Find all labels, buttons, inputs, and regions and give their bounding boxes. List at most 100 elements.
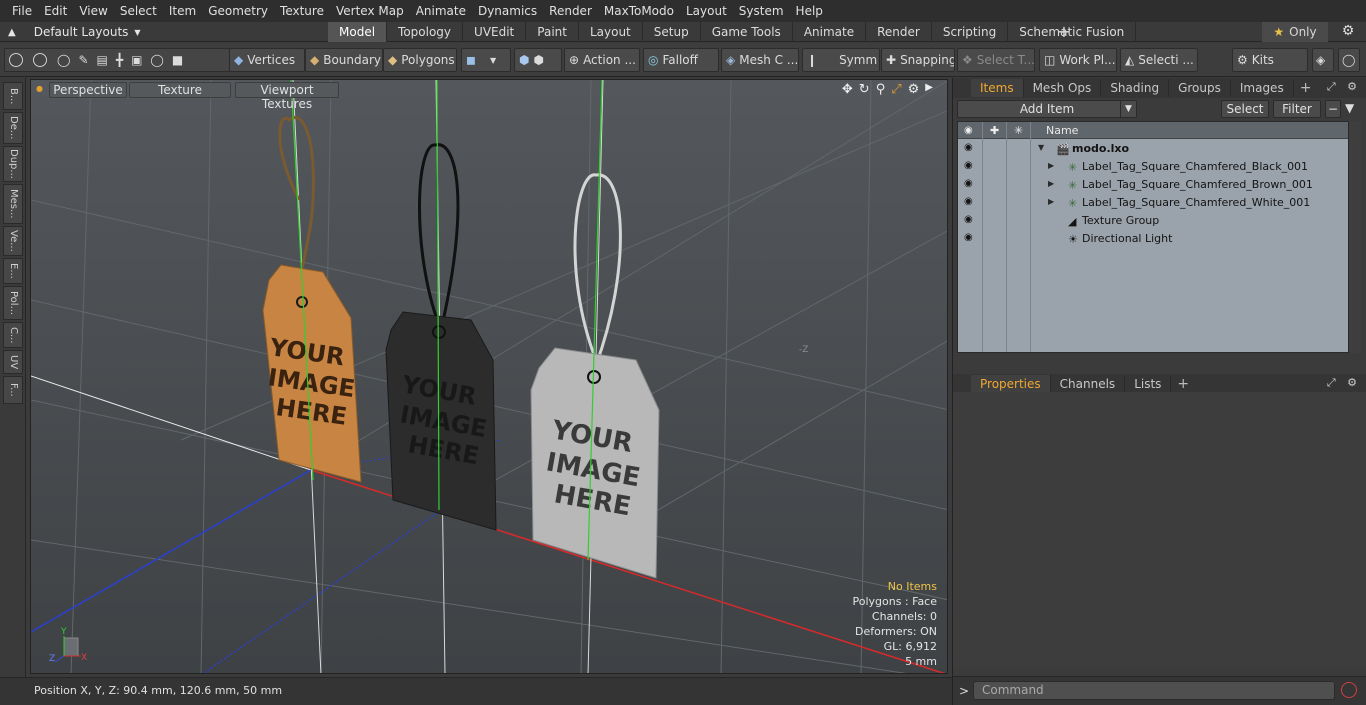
work-plane-button[interactable]: ◫ Work Pl...: [1039, 48, 1117, 72]
tab-mesh-ops[interactable]: Mesh Ops: [1024, 79, 1102, 97]
expand-arrow-icon[interactable]: ▶: [1048, 161, 1054, 170]
viewport-gear-icon[interactable]: ⚙: [908, 82, 920, 97]
layout-selector[interactable]: ▲ Default Layouts ▼: [8, 24, 141, 40]
left-tab-curve[interactable]: C...: [3, 322, 23, 348]
expand-arrow-icon[interactable]: ▶: [1048, 179, 1054, 188]
rotate-view-icon[interactable]: ↻: [859, 82, 870, 97]
tab-channels[interactable]: Channels: [1051, 375, 1126, 393]
menu-layout[interactable]: Layout: [680, 0, 733, 22]
left-tab-mesh-edit[interactable]: Mes...: [3, 184, 23, 224]
stop-icon[interactable]: [1341, 682, 1357, 698]
menu-maxtomodo[interactable]: MaxToModo: [598, 0, 680, 22]
brush-icon[interactable]: ✎: [78, 53, 88, 67]
zoom-icon[interactable]: ⚲: [876, 82, 886, 97]
left-tab-vertex[interactable]: Ve...: [3, 226, 23, 256]
tab-shading[interactable]: Shading: [1101, 79, 1170, 97]
menu-dynamics[interactable]: Dynamics: [472, 0, 543, 22]
circle-select-icon[interactable]: [9, 53, 23, 67]
menu-item[interactable]: Item: [163, 0, 202, 22]
globe-icon[interactable]: [33, 53, 47, 67]
eye-icon[interactable]: ◉: [964, 214, 974, 225]
left-tab-basic[interactable]: B...: [3, 82, 23, 110]
item-row-modo-lxo[interactable]: ◉ ▼ 🎬 modo.lxo: [958, 140, 1348, 158]
texture-button[interactable]: Texture: [129, 82, 231, 98]
menu-help[interactable]: Help: [790, 0, 829, 22]
center-icon[interactable]: ╋: [116, 53, 123, 67]
panel-options-icon[interactable]: ⤢ ⚙: [1327, 80, 1361, 94]
selection-sets-button[interactable]: ◭ Selecti ...: [1120, 48, 1198, 72]
falloff-button[interactable]: ◎ Falloff: [643, 48, 719, 72]
expand-arrow-icon[interactable]: ▼: [1038, 143, 1044, 152]
item-row-texture-group[interactable]: ◉ ◢ Texture Group: [958, 212, 1348, 230]
unreal-icon[interactable]: ◯: [1338, 48, 1360, 72]
add-panel-tab-icon[interactable]: +: [1294, 80, 1318, 96]
left-tab-uv[interactable]: UV: [3, 350, 23, 374]
only-toggle[interactable]: ★ Only: [1262, 22, 1328, 42]
action-center-button[interactable]: ⊕ Action ...: [564, 48, 640, 72]
upload-icon[interactable]: ▲: [8, 27, 16, 38]
item-row-white-tag[interactable]: ◉ ▶ ✳ Label_Tag_Square_Chamfered_White_0…: [958, 194, 1348, 212]
collapse-icon[interactable]: −: [1325, 100, 1341, 118]
filter-funnel-icon[interactable]: ▼: [1345, 101, 1354, 115]
pen-icon[interactable]: ◯: [57, 53, 70, 67]
menu-vertex-map[interactable]: Vertex Map: [330, 0, 410, 22]
tab-groups[interactable]: Groups: [1169, 79, 1231, 97]
tab-scripting[interactable]: Scripting: [932, 22, 1009, 42]
add-tab-icon[interactable]: +: [1056, 22, 1072, 42]
ring-icon[interactable]: ◯: [150, 53, 163, 67]
cube-icon[interactable]: ■: [172, 53, 183, 67]
menu-render[interactable]: Render: [543, 0, 598, 22]
select-through-button[interactable]: ❖ Select T...: [957, 48, 1035, 72]
eye-icon[interactable]: ◉: [964, 196, 974, 207]
tab-schematic-fusion[interactable]: Schematic Fusion: [1008, 22, 1137, 42]
add-properties-tab-icon[interactable]: +: [1171, 376, 1195, 392]
tab-properties[interactable]: Properties: [971, 375, 1051, 393]
gear-icon[interactable]: ⚙: [1338, 23, 1358, 41]
expand-right-icon[interactable]: ▶: [925, 82, 933, 97]
align-icon[interactable]: ▤: [97, 53, 108, 67]
tab-render[interactable]: Render: [866, 22, 932, 42]
tab-game-tools[interactable]: Game Tools: [701, 22, 793, 42]
left-tab-fusion[interactable]: F...: [3, 376, 23, 404]
sym-icons-group[interactable]: ⬢ ⬢: [514, 48, 562, 72]
tab-uvedit[interactable]: UVEdit: [463, 22, 527, 42]
tab-animate[interactable]: Animate: [793, 22, 867, 42]
boundary-button[interactable]: ◆ Boundary: [305, 48, 383, 72]
snapping-button[interactable]: ✚ Snapping: [881, 48, 955, 72]
tab-setup[interactable]: Setup: [643, 22, 701, 42]
menu-edit[interactable]: Edit: [38, 0, 73, 22]
left-tab-edge[interactable]: E...: [3, 258, 23, 284]
tab-items[interactable]: Items: [971, 79, 1024, 97]
eye-icon[interactable]: ◉: [964, 178, 974, 189]
symmetry-button[interactable]: ❙ Symm ...: [802, 48, 880, 72]
command-input[interactable]: Command: [973, 681, 1335, 700]
eye-icon[interactable]: ◉: [964, 232, 974, 243]
menu-select[interactable]: Select: [114, 0, 163, 22]
tab-paint[interactable]: Paint: [526, 22, 579, 42]
menu-texture[interactable]: Texture: [274, 0, 330, 22]
frame-icon[interactable]: ▣: [131, 53, 142, 67]
menu-file[interactable]: File: [6, 0, 38, 22]
polygons-button[interactable]: ◆ Polygons: [383, 48, 457, 72]
tab-lists[interactable]: Lists: [1125, 375, 1172, 393]
item-mode-button[interactable]: ◼ ▼: [461, 48, 511, 72]
eye-icon[interactable]: ◉: [964, 142, 974, 153]
left-tab-duplicate[interactable]: Dup...: [3, 146, 23, 182]
vertices-button[interactable]: ◆ Vertices: [229, 48, 305, 72]
menu-system[interactable]: System: [733, 0, 790, 22]
expand-arrow-icon[interactable]: ▶: [1048, 197, 1054, 206]
mesh-constraint-button[interactable]: ◈ Mesh C ...: [721, 48, 799, 72]
eye-icon[interactable]: ◉: [964, 160, 974, 171]
unity-icon[interactable]: ◈: [1312, 48, 1334, 72]
select-button[interactable]: Select: [1221, 100, 1269, 118]
perspective-button[interactable]: Perspective: [49, 82, 127, 98]
tab-topology[interactable]: Topology: [387, 22, 464, 42]
kits-button[interactable]: ⚙ Kits: [1232, 48, 1308, 72]
item-row-brown-tag[interactable]: ◉ ▶ ✳ Label_Tag_Square_Chamfered_Brown_0…: [958, 176, 1348, 194]
menu-view[interactable]: View: [73, 0, 113, 22]
menu-geometry[interactable]: Geometry: [202, 0, 274, 22]
maximize-icon[interactable]: ⤢: [891, 82, 901, 97]
properties-options-icon[interactable]: ⤢ ⚙: [1327, 376, 1361, 390]
tab-layout[interactable]: Layout: [579, 22, 643, 42]
tab-model[interactable]: Model: [328, 22, 388, 42]
